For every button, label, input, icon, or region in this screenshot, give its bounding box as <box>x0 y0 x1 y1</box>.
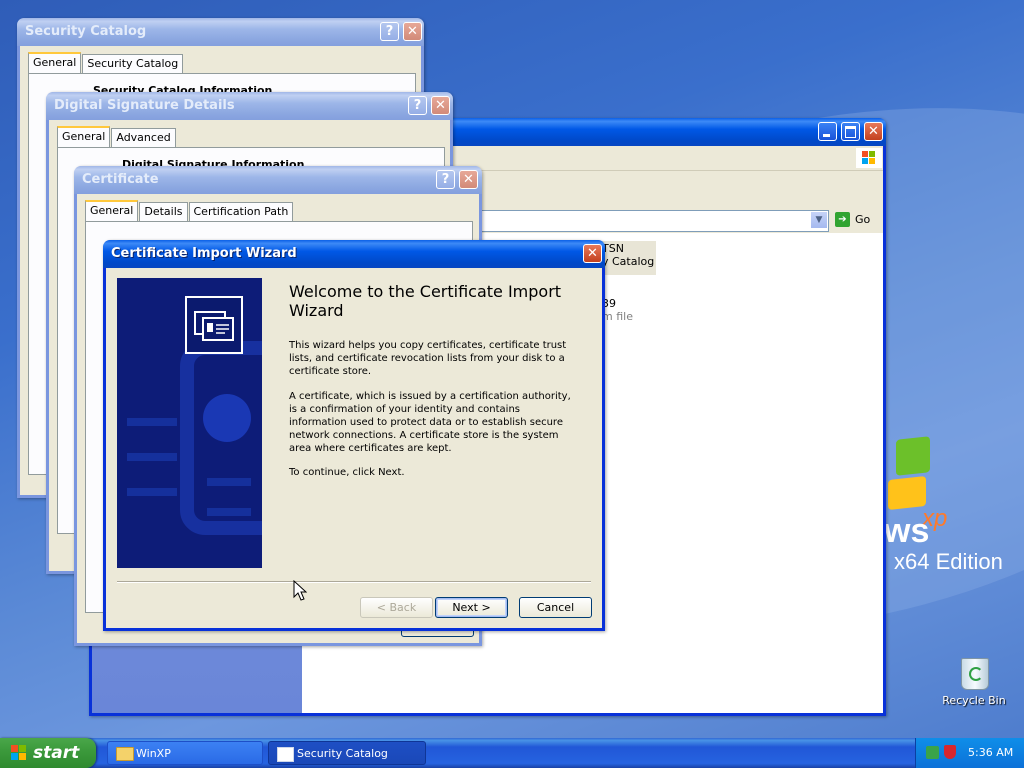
file-item-selected[interactable]: TSN y Catalog <box>598 241 656 275</box>
file-item[interactable]: 39 m file <box>598 297 658 325</box>
taskbar-item-security-catalog[interactable]: Security Catalog <box>268 741 426 765</box>
help-button[interactable]: ? <box>436 170 455 189</box>
window-title: Security Catalog <box>25 24 147 39</box>
brand-edition: x64 Edition <box>894 549 1003 574</box>
taskbar-item-label: Security Catalog <box>297 747 388 760</box>
close-button[interactable]: ✕ <box>403 22 422 41</box>
file-type-1: y Catalog <box>602 255 655 268</box>
brand-ws: ws <box>884 512 930 550</box>
tab-advanced[interactable]: Advanced <box>111 128 176 149</box>
minimize-button[interactable] <box>818 122 837 141</box>
go-button[interactable]: ➔ Go <box>833 210 873 230</box>
file-name-1: TSN <box>602 242 624 255</box>
wizard-heading: Welcome to the Certificate Import Wizard <box>289 282 562 320</box>
close-icon: ✕ <box>463 172 474 187</box>
address-dropdown[interactable]: ▼ <box>452 210 829 232</box>
certificate-titlebar[interactable]: Certificate <box>74 166 482 194</box>
network-icon[interactable] <box>926 746 939 759</box>
go-label: Go <box>855 213 871 226</box>
maximize-button[interactable] <box>841 122 860 141</box>
help-button[interactable]: ? <box>380 22 399 41</box>
taskbar-item-winxp[interactable]: WinXP <box>107 741 263 765</box>
close-button[interactable]: ✕ <box>864 122 883 141</box>
taskbar-item-label: WinXP <box>136 747 171 760</box>
recycle-bin-shortcut[interactable]: Recycle Bin <box>940 656 1008 712</box>
window-icon <box>277 747 294 762</box>
start-button[interactable]: start <box>0 738 96 768</box>
back-button[interactable]: < Back <box>360 597 433 618</box>
wizard-paragraph-1: This wizard helps you copy certificates,… <box>289 340 567 377</box>
recycle-bin-icon <box>961 658 989 690</box>
tab-certification-path[interactable]: Certification Path <box>188 202 294 223</box>
cancel-button[interactable]: Cancel <box>519 597 592 618</box>
close-icon: ✕ <box>868 124 879 139</box>
system-tray: 5:36 AM <box>915 738 1024 768</box>
help-icon: ? <box>413 98 422 113</box>
windows-flag-icon <box>856 148 882 168</box>
wizard-banner <box>117 278 262 568</box>
close-icon: ✕ <box>407 24 418 39</box>
wizard-paragraph-3: To continue, click Next. <box>289 467 405 478</box>
wizard-titlebar[interactable]: Certificate Import Wizard <box>103 240 605 268</box>
close-button[interactable]: ✕ <box>459 170 478 189</box>
security-shield-icon[interactable] <box>944 745 956 759</box>
window-title: Certificate Import Wizard <box>111 246 297 261</box>
minimize-icon <box>823 134 830 137</box>
window-title: Certificate <box>82 172 159 187</box>
certificate-icon <box>185 296 243 354</box>
next-button[interactable]: Next > <box>435 597 508 618</box>
chevron-down-icon[interactable]: ▼ <box>811 212 827 228</box>
taskbar: start WinXP Security Catalog 5:36 AM <box>0 738 1024 768</box>
windows-logo-icon <box>11 745 26 760</box>
go-arrow-icon: ➔ <box>835 212 850 227</box>
wizard-paragraph-2: A certificate, which is issued by a cert… <box>289 391 571 454</box>
wizard-divider <box>117 581 591 583</box>
window-title: Digital Signature Details <box>54 98 235 113</box>
security-catalog-titlebar[interactable]: Security Catalog <box>17 18 424 46</box>
file-type-2: m file <box>602 310 633 323</box>
close-button[interactable]: ✕ <box>583 244 602 263</box>
mouse-cursor-icon <box>293 580 307 601</box>
clock[interactable]: 5:36 AM <box>968 746 1013 759</box>
start-label: start <box>33 743 80 763</box>
maximize-icon <box>845 126 856 138</box>
tab-security-catalog[interactable]: Security Catalog <box>82 54 184 75</box>
folder-icon <box>116 747 134 761</box>
certificate-import-wizard: Certificate Import Wizard ✕ Welcome to t… <box>103 240 605 631</box>
close-button[interactable]: ✕ <box>431 96 450 115</box>
help-icon: ? <box>385 24 394 39</box>
digital-signature-titlebar[interactable]: Digital Signature Details <box>46 92 453 120</box>
close-icon: ✕ <box>587 246 598 261</box>
help-button[interactable]: ? <box>408 96 427 115</box>
help-icon: ? <box>441 172 450 187</box>
tab-details[interactable]: Details <box>139 202 188 223</box>
windows-logo-flag <box>888 436 932 510</box>
recycle-bin-label: Recycle Bin <box>942 694 1006 707</box>
close-icon: ✕ <box>435 98 446 113</box>
